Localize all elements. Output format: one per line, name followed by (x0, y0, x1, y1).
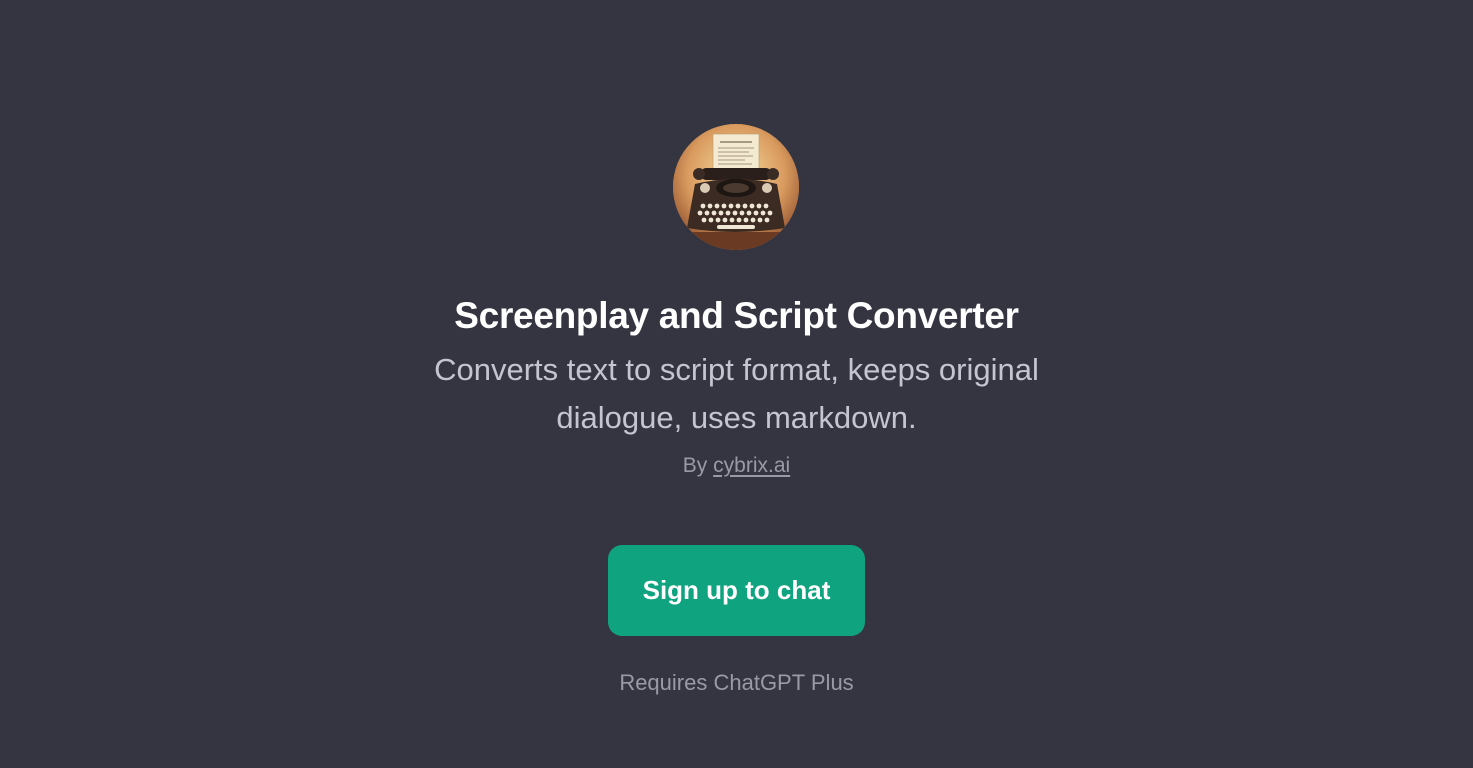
author-link[interactable]: cybrix.ai (713, 454, 790, 477)
gpt-byline: By cybrix.ai (0, 452, 1473, 480)
requirement-note: Requires ChatGPT Plus (619, 670, 854, 695)
typewriter-icon (673, 124, 799, 250)
gpt-title: Screenplay and Script Converter (454, 295, 1019, 336)
gpt-landing-page: Screenplay and Script Converter Converts… (0, 0, 1473, 768)
gpt-description: Converts text to script format, keeps or… (434, 352, 1039, 435)
sign-up-button[interactable]: Sign up to chat (608, 545, 865, 636)
byline-prefix: By (682, 454, 708, 477)
gpt-avatar (673, 124, 799, 250)
